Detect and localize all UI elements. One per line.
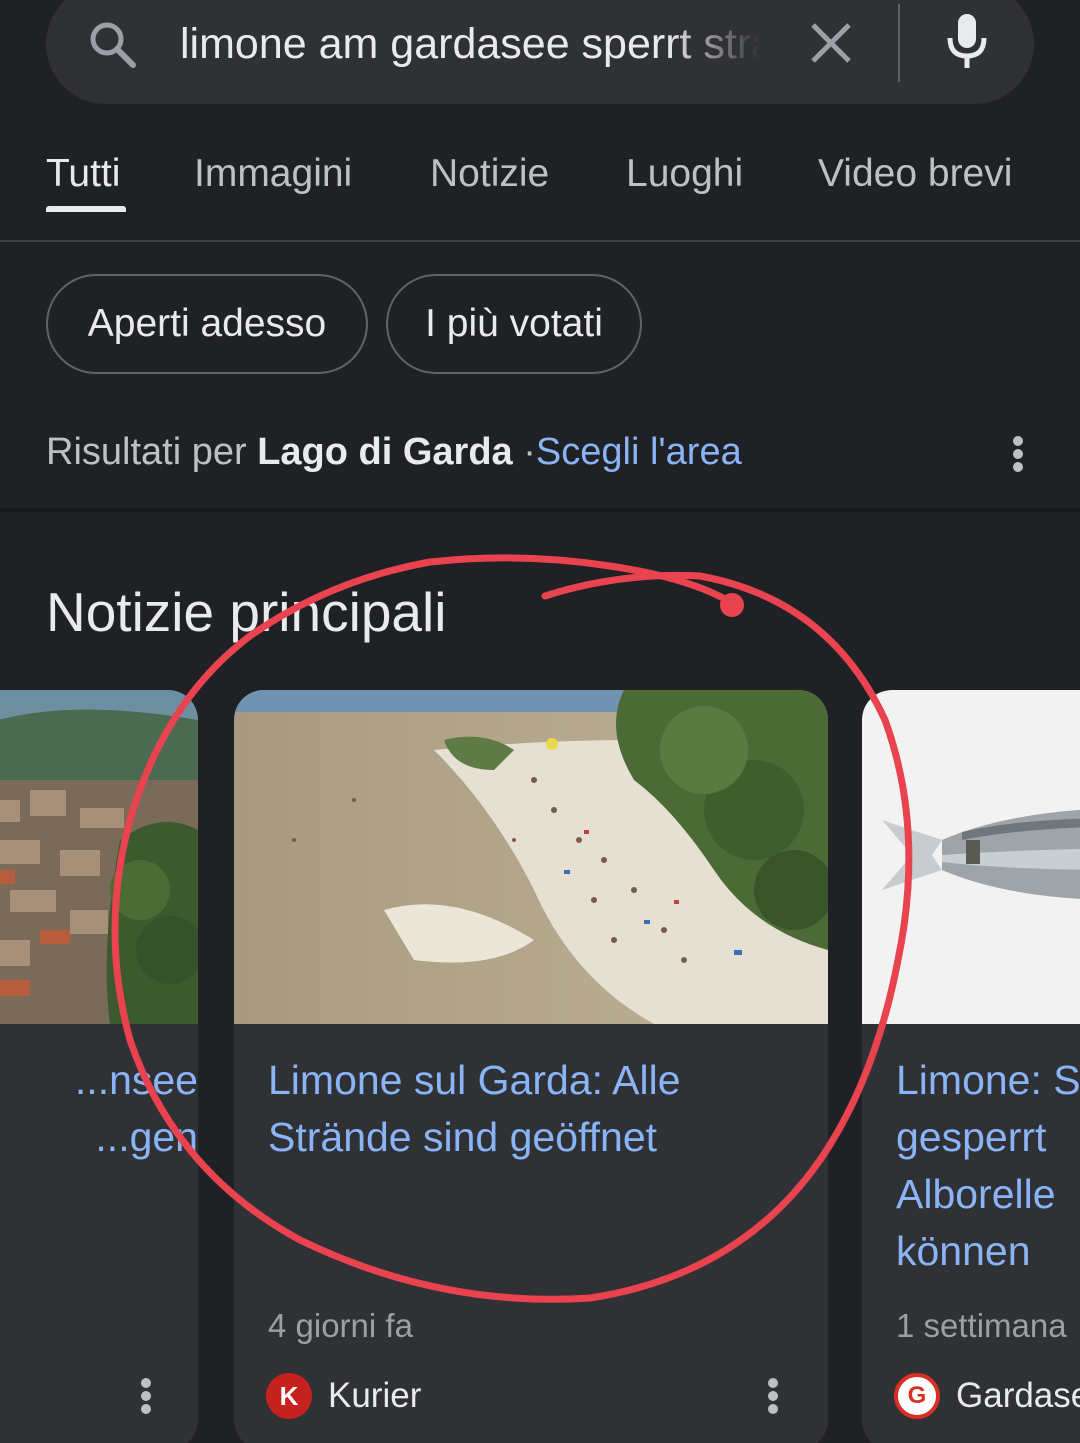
chip-aperti-adesso[interactable]: Aperti adesso — [46, 274, 368, 374]
search-divider — [898, 4, 900, 82]
news-card-title-line: ...gen — [95, 1114, 198, 1160]
tab-notizie[interactable]: Notizie — [430, 150, 549, 198]
gardasee-logo: G — [894, 1373, 940, 1419]
close-icon[interactable] — [808, 20, 854, 66]
news-card-time: 1 settimana — [896, 1307, 1067, 1344]
mic-icon[interactable] — [944, 12, 990, 72]
kurier-logo: K — [266, 1373, 312, 1419]
tab-luoghi[interactable]: Luoghi — [626, 150, 743, 198]
search-icon[interactable] — [86, 18, 138, 70]
fish-photo — [862, 690, 1080, 1024]
news-card-title-line: können — [896, 1228, 1031, 1274]
search-results-page: limone am gardasee sperrt strände Tutti … — [0, 0, 1080, 1443]
choose-area-link[interactable]: Scegli l'area — [536, 431, 742, 473]
section-separator — [0, 508, 1080, 512]
news-card-source: Gardase — [956, 1376, 1080, 1415]
news-card-title-line: ...nsee — [74, 1057, 198, 1103]
kurier-logo-letter: K — [279, 1381, 299, 1411]
more-options-icon[interactable] — [140, 1376, 152, 1416]
tab-video-brevi[interactable]: Video brevi — [818, 150, 1012, 198]
news-card-title[interactable]: Limone: S gesperrt Alborelle können — [896, 1052, 1080, 1280]
chip-piu-votati[interactable]: I più votati — [386, 274, 642, 374]
news-card-title-line: Limone: S — [896, 1057, 1080, 1103]
more-options-icon[interactable] — [1012, 434, 1024, 474]
more-options-icon[interactable] — [767, 1376, 779, 1416]
news-card-title-line: Alborelle — [896, 1171, 1056, 1217]
news-card-title[interactable]: Limone sul Garda: Alle Strände sind geöf… — [268, 1052, 808, 1166]
news-card-title[interactable]: ...nsee ...gen — [0, 1052, 198, 1166]
news-card-time: 4 giorni fa — [268, 1307, 413, 1344]
tab-immagini[interactable]: Immagini — [194, 150, 352, 198]
top-news-title: Notizie principali — [46, 581, 447, 643]
news-card-title-line: Strände sind geöffnet — [268, 1114, 658, 1160]
results-location: Lago di Garda — [257, 431, 513, 473]
aerial-town-photo — [0, 690, 198, 1024]
crowded-beach-photo — [234, 690, 828, 1024]
news-card-source: Kurier — [328, 1376, 422, 1415]
news-card-title-line: gesperrt — [896, 1114, 1047, 1160]
news-card[interactable]: ...nsee ...gen — [0, 690, 198, 1443]
search-input[interactable]: limone am gardasee sperrt strände — [180, 14, 760, 74]
results-prefix: Risultati per — [46, 431, 247, 473]
search-tabs: Tutti Immagini Notizie Luoghi Video brev… — [0, 140, 1080, 240]
results-location-row: Risultati per Lago di Garda ·Scegli l'ar… — [46, 426, 742, 478]
gardasee-logo-letter: G — [907, 1382, 927, 1409]
results-separator: · — [523, 431, 536, 473]
tab-tutti[interactable]: Tutti — [46, 150, 120, 198]
active-tab-indicator — [46, 206, 126, 212]
tabs-divider — [0, 240, 1080, 242]
news-card-title-line: Limone sul Garda: Alle — [268, 1057, 681, 1103]
